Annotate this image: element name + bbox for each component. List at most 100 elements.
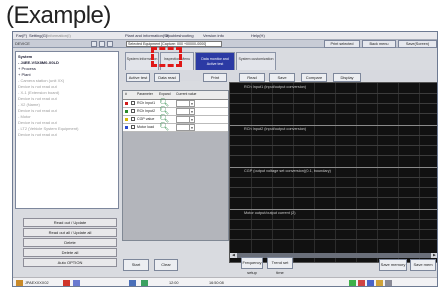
menu-item-setting[interactable]: Setting(G) [29,33,47,38]
scroll-left-icon[interactable]: ◀ [230,253,237,258]
graph-vertical-gridline [398,83,399,262]
tree-item[interactable]: Device is not read out [18,132,57,137]
monitor-graph[interactable]: ◀ ▶ RCh Input1 (input/output conversion)… [229,82,437,263]
graph-gridline [230,155,437,156]
menu-bar: Far(F) Setting(G) Information(I) Plant a… [13,32,437,40]
parameter-row[interactable]: RCh Input2 🔍︎ ▼ [123,107,228,116]
tree-item[interactable]: - Camera station (unit XX) [18,78,64,83]
graph-vertical-gridline [377,83,378,262]
tree-item[interactable]: - Motor [18,114,31,119]
parameter-row[interactable]: Motor load 🔍︎ ▼ [123,123,228,132]
series-color-swatch [125,110,128,113]
display-button[interactable]: Display [333,73,361,82]
auto-option-button[interactable]: Auto OPTION [23,258,117,267]
tray-icon-4[interactable] [376,280,383,286]
compare-button[interactable]: Compare [301,73,327,82]
menu-item-version[interactable]: Version info [203,33,224,38]
print-selected-button[interactable]: Print selected [324,40,360,48]
trend-set-time-button[interactable]: Trend set time [267,257,293,275]
parameter-name: CGP value [137,117,155,121]
save-mem-button[interactable]: Save mem [410,259,436,271]
scroll-right-icon[interactable]: ▶ [431,253,437,258]
tab-system-customization[interactable]: System customization [236,52,276,71]
parameter-list: # Parameter Expand Current value RCh Inp… [122,90,229,241]
tree-item[interactable]: - X-1 (Extension board) [18,90,59,95]
graph-gridline [230,145,437,146]
delete-button[interactable]: Delete [23,238,117,247]
parameter-checkbox[interactable] [131,109,135,113]
frequency-setup-button[interactable]: Frequency setup [241,257,263,275]
tree-item[interactable]: + Plant [18,72,31,77]
system-tree[interactable]: System - J4EE-VSX8M0-X0LD + Process + Plant… [15,51,119,209]
save-button[interactable]: Save [269,73,295,82]
parameter-checkbox[interactable] [131,101,135,105]
app-icon[interactable] [63,280,70,286]
tree-item[interactable]: - J4EE-VSX8M0-X0LD [18,60,59,65]
highlight-box [151,47,182,67]
parameter-checkbox[interactable] [131,117,135,121]
chevron-down-icon[interactable]: ▼ [189,124,195,131]
chevron-down-icon[interactable]: ▼ [189,116,195,123]
menu-item-troubleshooting[interactable]: Troubleshooting [165,33,194,38]
tab-data-monitor[interactable]: Data monitor and Active test [195,52,235,71]
current-value-field [176,100,190,107]
start-button[interactable]: Start [123,259,149,271]
chevron-down-icon[interactable]: ▼ [189,100,195,107]
magnifier-icon[interactable]: 🔍︎ [159,123,169,131]
tree-item[interactable]: - X2 (Name) [18,102,40,107]
tray-icon-3[interactable] [367,280,374,286]
graph-gridline [230,103,437,104]
parameter-row[interactable]: CGP value 🔍︎ ▼ [123,115,228,124]
taskbar-time: 12:00 [169,281,179,285]
clear-button[interactable]: Clear [154,259,178,271]
menu-item-file[interactable]: Far(F) [16,33,27,38]
start-icon[interactable] [16,280,23,286]
tray-icon-2[interactable] [358,280,365,286]
tray-icon-1[interactable] [349,280,356,286]
tree-item[interactable]: Device is not read out [18,96,57,101]
parameter-list-header: # Parameter Expand Current value [123,91,228,100]
col-expand: Expand [159,92,171,96]
tree-item[interactable]: Device is not read out [18,108,57,113]
tree-item[interactable]: Device is not read out [18,120,57,125]
series-color-swatch [125,118,128,121]
read-out-all-button[interactable]: Read out all / Update all [23,228,117,237]
refresh-icon[interactable] [107,41,113,47]
folder-icon[interactable] [73,280,80,286]
active-test-button[interactable]: Active test [126,73,150,82]
taskbar-app-label[interactable]: JPAEXXXX02 [25,281,49,285]
read-button[interactable]: Read [239,73,265,82]
graph-gridline [230,219,437,220]
tree-item[interactable]: - LT2 (Vehicle System Equipment) [18,126,78,131]
print-button[interactable]: Print [203,73,227,82]
status-icon [141,280,148,286]
col-number: # [125,92,127,96]
data-read-button[interactable]: Data read [154,73,180,82]
graph-band-label: RCh Input2 (input/output conversion) [244,127,307,131]
tree-item[interactable]: Device is not read out [18,84,57,89]
menu-item-plant-info[interactable]: Plant and information(W) [125,33,169,38]
chevron-down-icon[interactable]: ▼ [189,108,195,115]
tray-icon-5[interactable] [385,280,392,286]
current-value-field [176,116,190,123]
view-toggle-icon[interactable] [91,41,97,47]
delete-all-button[interactable]: Delete all [23,248,117,257]
back-menu-button[interactable]: Back menu [362,40,396,48]
network-icon[interactable] [129,280,136,286]
save-screen-button[interactable]: Save(Screen) [398,40,437,48]
menu-item-help[interactable]: Help(H) [251,33,265,38]
parameter-name: RCh Input2 [137,109,156,113]
layout-icon[interactable] [99,41,105,47]
col-parameter: Parameter [137,92,153,96]
graph-vertical-gridline [335,83,336,262]
taskbar: JPAEXXXX02 12:00 16:50:08 [13,277,437,286]
save-memory-button[interactable]: Save memory [379,259,407,271]
parameter-row[interactable]: RCh Input1 🔍︎ ▼ [123,99,228,108]
read-out-update-button[interactable]: Read out / Update [23,218,117,227]
menu-item-information[interactable]: Information(I) [47,33,71,38]
parameter-checkbox[interactable] [131,125,135,129]
tree-item[interactable]: System [18,54,32,59]
graph-gridline [230,177,437,178]
graph-band-separator [230,209,437,210]
tree-item[interactable]: + Process [18,66,36,71]
